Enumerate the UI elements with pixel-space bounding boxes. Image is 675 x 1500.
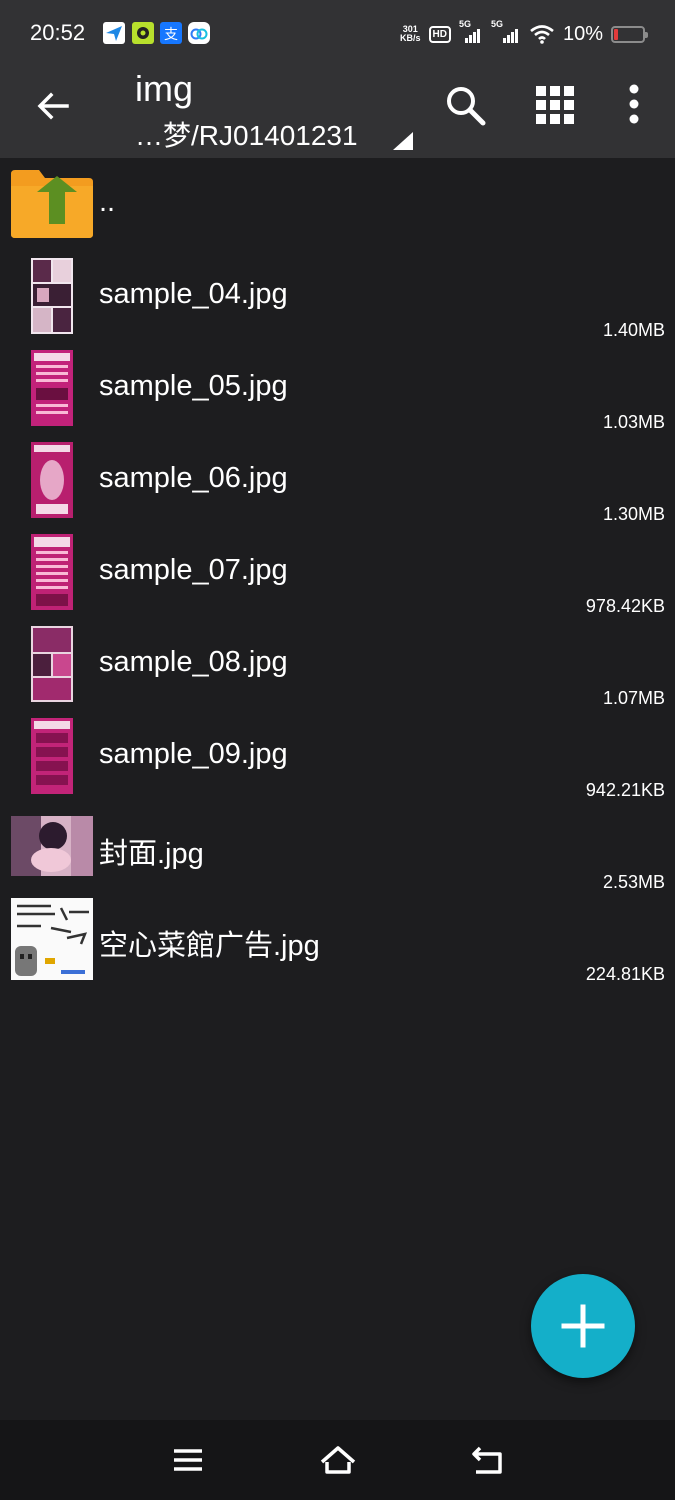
alipay-icon: 支 bbox=[160, 22, 182, 44]
image-thumbnail bbox=[31, 258, 73, 334]
file-size: 1.03MB bbox=[602, 412, 665, 432]
toolbar: img …梦/RJ01401231 bbox=[0, 68, 675, 158]
system-nav-bar bbox=[0, 1420, 675, 1500]
battery-percent: 10% bbox=[562, 22, 603, 45]
file-size: 942.21KB bbox=[585, 780, 665, 800]
folder-up-icon bbox=[11, 170, 93, 238]
file-name: sample_07.jpg bbox=[99, 554, 288, 586]
file-row[interactable]: 空心菜館广告.jpg 224.81KB bbox=[0, 894, 675, 986]
battery-icon bbox=[611, 25, 648, 43]
back-arrow-icon[interactable] bbox=[33, 86, 73, 126]
file-size: 224.81KB bbox=[585, 964, 665, 984]
file-row[interactable]: sample_08.jpg 1.07MB bbox=[0, 618, 675, 710]
file-name: sample_06.jpg bbox=[99, 462, 288, 494]
signal-sim2-icon: 5G bbox=[491, 19, 521, 43]
net-speed: 301 KB/s bbox=[400, 25, 421, 43]
wifi-icon bbox=[530, 25, 554, 44]
image-thumbnail bbox=[11, 816, 93, 876]
file-row[interactable]: 封面.jpg 2.53MB bbox=[0, 802, 675, 894]
hd-voice-icon: HD bbox=[428, 25, 451, 43]
file-size: 1.40MB bbox=[602, 320, 665, 340]
image-thumbnail bbox=[31, 718, 73, 794]
signal-sim1-icon: 5G bbox=[459, 19, 483, 43]
file-name: sample_04.jpg bbox=[99, 278, 288, 310]
net-speed-unit: KB/s bbox=[400, 33, 421, 43]
file-size: 1.30MB bbox=[602, 504, 665, 524]
file-name: .. bbox=[99, 186, 116, 218]
file-name: 空心菜館广告.jpg bbox=[99, 930, 320, 962]
baidu-netdisk-icon bbox=[188, 22, 210, 44]
add-button[interactable] bbox=[531, 1274, 635, 1378]
more-options-icon[interactable] bbox=[612, 83, 656, 127]
sim1-label: 5G bbox=[458, 19, 471, 29]
image-thumbnail bbox=[31, 442, 73, 518]
svg-text:支: 支 bbox=[164, 27, 178, 43]
file-size: 1.07MB bbox=[602, 688, 665, 708]
home-icon[interactable] bbox=[318, 1440, 358, 1480]
file-name: sample_08.jpg bbox=[99, 646, 288, 678]
image-thumbnail bbox=[11, 898, 93, 980]
file-size: 978.42KB bbox=[585, 596, 665, 616]
game-app-icon bbox=[132, 22, 154, 44]
image-thumbnail bbox=[31, 626, 73, 702]
status-bar: 20:52 支 301 KB/s HD 5G 5G 10% bbox=[0, 0, 675, 68]
back-icon[interactable] bbox=[468, 1440, 508, 1480]
file-name: sample_05.jpg bbox=[99, 370, 288, 402]
image-thumbnail bbox=[31, 534, 73, 610]
file-row[interactable]: sample_07.jpg 978.42KB bbox=[0, 526, 675, 618]
status-right-group: 301 KB/s HD 5G 5G 10% bbox=[400, 18, 648, 50]
file-name: sample_09.jpg bbox=[99, 738, 288, 770]
file-row[interactable]: sample_09.jpg 942.21KB bbox=[0, 710, 675, 802]
plus-icon bbox=[561, 1304, 605, 1348]
feishu-icon bbox=[103, 22, 125, 44]
sim2-label: 5G bbox=[490, 19, 503, 29]
image-thumbnail bbox=[31, 350, 73, 426]
menu-icon[interactable] bbox=[168, 1440, 208, 1480]
file-row[interactable]: sample_05.jpg 1.03MB bbox=[0, 342, 675, 434]
search-icon[interactable] bbox=[443, 83, 487, 127]
path-dropdown-icon[interactable] bbox=[393, 132, 413, 150]
file-name: 封面.jpg bbox=[99, 838, 204, 870]
file-row[interactable]: sample_04.jpg 1.40MB bbox=[0, 250, 675, 342]
folder-title: img bbox=[135, 68, 194, 109]
status-time: 20:52 bbox=[30, 20, 86, 45]
parent-folder-row[interactable]: .. bbox=[0, 158, 675, 250]
grid-view-icon[interactable] bbox=[533, 83, 577, 127]
file-size: 2.53MB bbox=[602, 872, 665, 892]
file-row[interactable]: sample_06.jpg 1.30MB bbox=[0, 434, 675, 526]
folder-path[interactable]: …梦/RJ01401231 bbox=[135, 114, 358, 154]
